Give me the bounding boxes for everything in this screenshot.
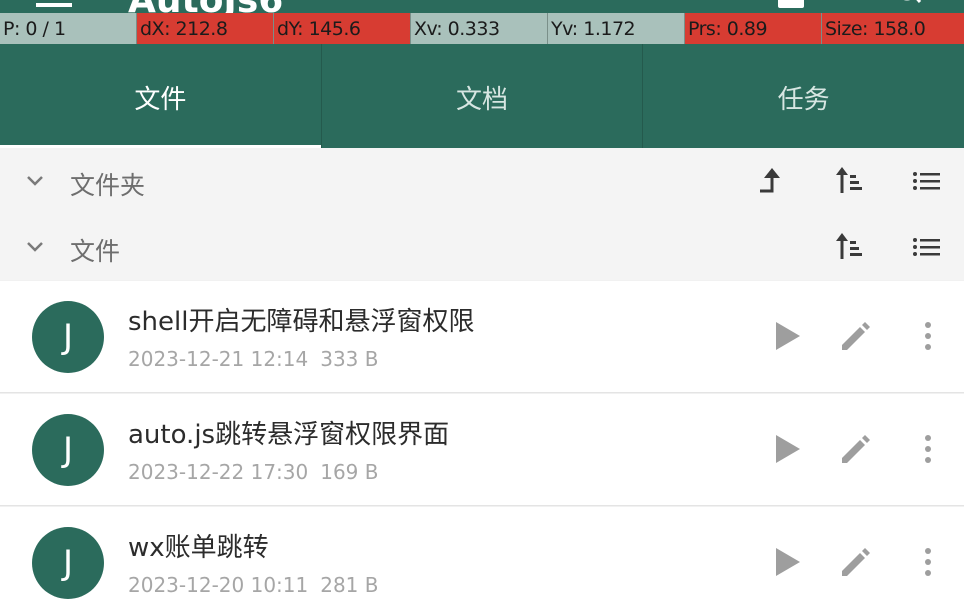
chevron-down-icon[interactable]	[26, 238, 44, 256]
file-date: 2023-12-20 10:11	[128, 573, 309, 597]
tab-tasks[interactable]: 任务	[642, 44, 964, 150]
file-name: auto.js跳转悬浮窗权限界面	[128, 420, 450, 450]
debug-velocity-x: Xv: 0.333	[410, 13, 547, 44]
list-view-icon[interactable]	[910, 231, 942, 263]
file-list-item[interactable]: J shell开启无障碍和悬浮窗权限 2023-12-21 12:14 333 B	[0, 281, 964, 393]
file-size: 281 B	[320, 573, 379, 597]
file-type-avatar: J	[32, 414, 104, 486]
section-label-files: 文件	[70, 237, 121, 266]
clipboard-icon[interactable]	[778, 0, 804, 8]
debug-pointer-count: P: 0 / 1	[0, 13, 136, 44]
file-size: 333 B	[320, 347, 379, 371]
file-size: 169 B	[320, 460, 379, 484]
file-type-avatar: J	[32, 301, 104, 373]
more-options-icon[interactable]	[911, 319, 945, 353]
go-up-icon[interactable]	[756, 165, 788, 197]
file-date: 2023-12-22 17:30	[128, 460, 309, 484]
tab-docs[interactable]: 文档	[320, 44, 643, 150]
hamburger-menu-icon[interactable]	[36, 0, 72, 8]
debug-delta-x: dX: 212.8	[136, 13, 273, 44]
more-options-icon[interactable]	[911, 545, 945, 579]
debug-pressure: Prs: 0.89	[684, 13, 821, 44]
edit-icon[interactable]	[838, 432, 872, 466]
debug-delta-y: dY: 145.6	[273, 13, 410, 44]
edit-icon[interactable]	[838, 319, 872, 353]
file-name: shell开启无障碍和悬浮窗权限	[128, 307, 475, 337]
pointer-location-overlay: P: 0 / 1 dX: 212.8 dY: 145.6 Xv: 0.333 Y…	[0, 13, 964, 44]
run-icon[interactable]	[770, 319, 804, 353]
tab-files[interactable]: 文件	[0, 44, 321, 150]
tab-label: 文档	[456, 84, 509, 115]
file-list-item[interactable]: J wx账单跳转 2023-12-20 10:11 281 B	[0, 507, 964, 602]
list-view-icon[interactable]	[910, 165, 942, 197]
search-icon[interactable]	[896, 0, 922, 10]
file-meta: 2023-12-21 12:14 333 B	[128, 347, 379, 371]
run-icon[interactable]	[770, 432, 804, 466]
debug-velocity-y: Yv: 1.172	[547, 13, 684, 44]
file-meta: 2023-12-20 10:11 281 B	[128, 573, 379, 597]
more-options-icon[interactable]	[911, 432, 945, 466]
section-label-folders: 文件夹	[70, 171, 146, 200]
tab-label: 文件	[134, 84, 187, 115]
file-type-avatar: J	[32, 527, 104, 599]
file-date: 2023-12-21 12:14	[128, 347, 309, 371]
file-list-item[interactable]: J auto.js跳转悬浮窗权限界面 2023-12-22 17:30 169 B	[0, 394, 964, 506]
debug-size: Size: 158.0	[821, 13, 964, 44]
files-section-header[interactable]: 文件	[0, 214, 964, 280]
folders-section-header[interactable]: 文件夹	[0, 148, 964, 214]
file-meta: 2023-12-22 17:30 169 B	[128, 460, 379, 484]
tab-label: 任务	[777, 84, 830, 115]
chevron-down-icon[interactable]	[26, 172, 44, 190]
sort-icon[interactable]	[834, 165, 866, 197]
tab-bar: 文件 文档 任务	[0, 44, 964, 150]
sort-icon[interactable]	[834, 231, 866, 263]
edit-icon[interactable]	[838, 545, 872, 579]
file-name: wx账单跳转	[128, 533, 269, 563]
run-icon[interactable]	[770, 545, 804, 579]
